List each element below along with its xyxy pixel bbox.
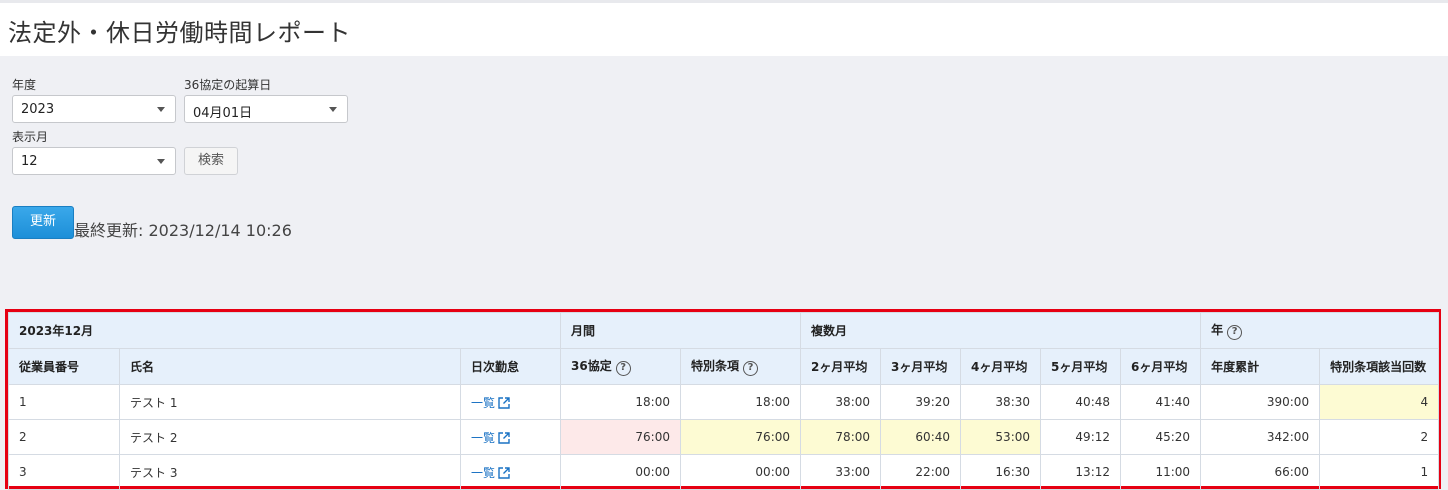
name-cell: テスト 1 [119,384,461,420]
name-cell: テスト 2 [119,419,461,455]
special-cell: 00:00 [679,454,802,490]
year-total-cell: 66:00 [1200,454,1321,490]
col-special: 特別条項? [679,348,802,385]
start-date-label: 36協定の起算日 [184,78,272,92]
update-button[interactable]: 更新 [12,206,74,239]
help-icon[interactable]: ? [1227,325,1243,340]
col-emp-no: 従業員番号 [8,348,120,385]
avg5-cell: 13:12 [1040,454,1122,490]
col-avg5: 5ヶ月平均 [1040,348,1122,385]
avg2-cell: 38:00 [800,384,882,420]
year-total-cell: 342:00 [1200,419,1321,455]
chevron-down-icon [157,159,165,164]
col-special-count: 特別条項該当回数 [1319,348,1440,385]
col-avg6: 6ヶ月平均 [1120,348,1202,385]
daily-list-link[interactable]: 一覧 [471,431,510,445]
help-icon[interactable]: ? [615,361,631,376]
col-agreement36: 36協定? [560,348,681,385]
external-link-icon [498,396,510,409]
chevron-down-icon [329,107,337,112]
year-header: 年? [1200,312,1440,349]
avg6-cell: 45:20 [1120,419,1202,455]
special-count-cell: 2 [1319,419,1440,455]
year-select[interactable]: 2023 [12,95,176,123]
avg4-cell: 53:00 [960,419,1042,455]
col-agreement36-label: 36協定 [571,359,612,373]
avg3-cell: 22:00 [880,454,962,490]
name-cell: テスト 3 [119,454,461,490]
year-header-label: 年 [1211,323,1224,337]
agreement36-cell: 76:00 [560,419,681,455]
month-select[interactable]: 12 [12,147,176,175]
help-icon[interactable]: ? [743,361,759,376]
year-total-cell: 390:00 [1200,384,1321,420]
special-count-cell: 4 [1319,384,1440,420]
daily-link-cell: 一覧 [460,384,561,420]
start-date-select-value: 04月01日 [193,106,253,121]
daily-list-link-label: 一覧 [471,430,496,445]
col-avg2: 2ヶ月平均 [800,348,882,385]
avg6-cell: 41:40 [1120,384,1202,420]
year-select-value: 2023 [21,102,55,117]
special-cell: 18:00 [679,384,802,420]
last-update-text: 最終更新: 2023/12/14 10:26 [74,221,292,240]
title-bar: 法定外・休日労働時間レポート [0,0,1448,56]
table-row: 3 テスト 3 一覧 00:00 00:00 33:00 22:00 16:30… [8,454,1440,490]
col-avg3: 3ヶ月平均 [880,348,962,385]
daily-list-link[interactable]: 一覧 [471,466,510,480]
chevron-down-icon [157,107,165,112]
table-row: 2 テスト 2 一覧 76:00 76:00 78:00 60:40 53:00… [8,419,1440,455]
avg5-cell: 49:12 [1040,419,1122,455]
col-avg4: 4ヶ月平均 [960,348,1042,385]
avg2-cell: 33:00 [800,454,882,490]
avg3-cell: 39:20 [880,384,962,420]
avg5-cell: 40:48 [1040,384,1122,420]
col-special-label: 特別条項 [691,359,740,373]
period-header: 2023年12月 [8,312,561,349]
daily-list-link-label: 一覧 [471,395,496,410]
daily-list-link-label: 一覧 [471,465,496,480]
col-name: 氏名 [119,348,461,385]
avg6-cell: 11:00 [1120,454,1202,490]
agreement36-cell: 18:00 [560,384,681,420]
daily-link-cell: 一覧 [460,419,561,455]
report-table: 2023年12月 月間 複数月 年? 従業員番号 氏名 日次勤怠 36協定? 特… [8,312,1440,490]
agreement36-cell: 00:00 [560,454,681,490]
month-select-value: 12 [21,154,38,169]
avg4-cell: 38:30 [960,384,1042,420]
monthly-header: 月間 [559,312,802,349]
external-link-icon [498,466,510,479]
emp-no-cell: 1 [8,384,120,420]
col-daily: 日次勤怠 [460,348,561,385]
emp-no-cell: 3 [8,454,120,490]
daily-list-link[interactable]: 一覧 [471,396,510,410]
page-title: 法定外・休日労働時間レポート [8,19,351,47]
table-row: 1 テスト 1 一覧 18:00 18:00 38:00 39:20 38:30… [8,384,1440,420]
report-table-frame: 2023年12月 月間 複数月 年? 従業員番号 氏名 日次勤怠 36協定? 特… [5,309,1441,490]
month-label: 表示月 [12,130,49,144]
multi-month-header: 複数月 [800,312,1202,349]
start-date-select[interactable]: 04月01日 [184,95,348,123]
col-year-total: 年度累計 [1200,348,1321,385]
special-count-cell: 1 [1319,454,1440,490]
avg4-cell: 16:30 [960,454,1042,490]
search-button[interactable]: 検索 [184,147,238,175]
daily-link-cell: 一覧 [460,454,561,490]
avg2-cell: 78:00 [800,419,882,455]
external-link-icon [498,431,510,444]
year-label: 年度 [12,78,37,92]
special-cell: 76:00 [679,419,802,455]
emp-no-cell: 2 [8,419,120,455]
avg3-cell: 60:40 [880,419,962,455]
